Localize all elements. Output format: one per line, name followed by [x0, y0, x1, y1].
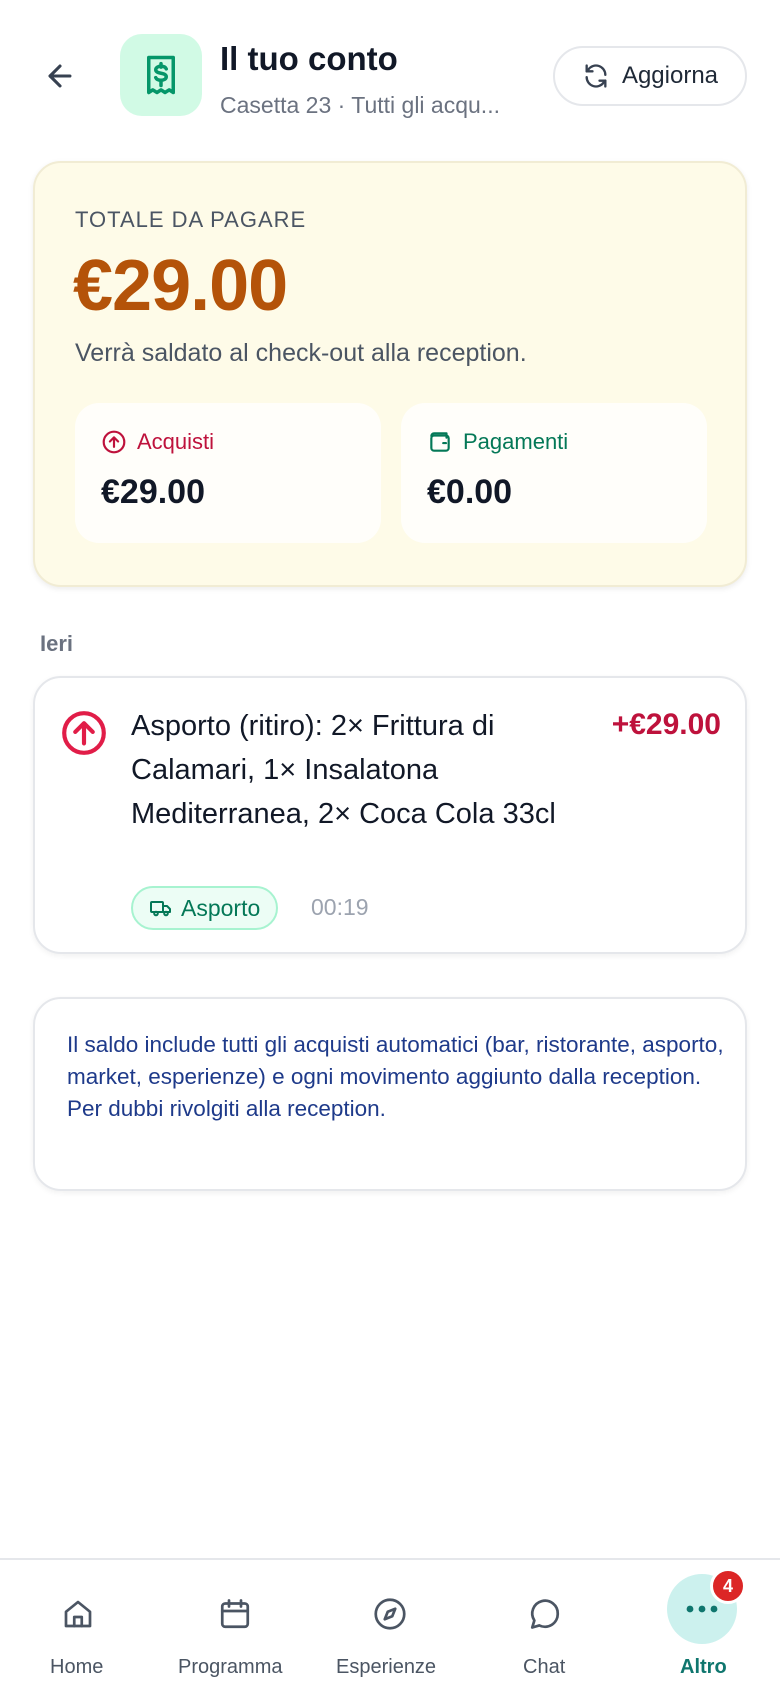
refresh-label: Aggiorna	[621, 62, 719, 89]
purchases-label: Acquisti	[137, 429, 215, 454]
payments-card: Pagamenti €0.00	[401, 403, 707, 543]
transaction-amount: +€29.00	[611, 708, 721, 741]
transaction-description: Asporto (ritiro): 2× Frittura di Calamar…	[131, 710, 556, 830]
nav-item-chat[interactable]: Chat	[500, 1560, 590, 1688]
transaction-time: 00:19	[311, 894, 369, 920]
nav-label-home: Home	[50, 1656, 104, 1678]
info-text: Il saldo include tutti gli acquisti auto…	[67, 1032, 724, 1121]
page-title: Il tuo conto	[220, 40, 398, 77]
payments-value: €0.00	[427, 473, 513, 511]
date-section-label: Ieri	[40, 631, 74, 656]
nav-label-programma: Programma	[178, 1656, 283, 1678]
payments-header: Pagamenti	[427, 429, 568, 455]
bottom-navigation: Home Programma Esperienze Chat 4 Altro	[0, 1558, 780, 1688]
nav-item-programma[interactable]: Programma	[170, 1560, 300, 1688]
info-card: Il saldo include tutti gli acquisti auto…	[33, 997, 747, 1191]
total-note: Verrà saldato al check-out alla receptio…	[75, 339, 527, 367]
notification-badge: 4	[710, 1568, 746, 1604]
nav-item-altro[interactable]: 4 Altro	[660, 1560, 746, 1688]
calendar-icon	[211, 1590, 259, 1638]
truck-icon	[150, 901, 171, 917]
arrow-up-circle-icon	[102, 430, 126, 454]
back-button[interactable]	[36, 52, 84, 100]
home-icon	[54, 1590, 102, 1638]
total-label: TOTALE DA PAGARE	[75, 207, 307, 232]
header: Il tuo conto Casetta 23 · Tutti gli acqu…	[0, 0, 780, 140]
compass-icon	[366, 1590, 414, 1638]
purchases-value: €29.00	[101, 473, 205, 511]
bill-icon-tile	[120, 34, 202, 116]
nav-label-esperienze: Esperienze	[336, 1656, 437, 1678]
transaction-item[interactable]: Asporto (ritiro): 2× Frittura di Calamar…	[33, 676, 747, 954]
category-badge-label: Asporto	[181, 894, 261, 921]
total-amount: €29.00	[73, 246, 288, 326]
category-badge: Asporto	[131, 886, 279, 930]
payments-label: Pagamenti	[463, 429, 569, 454]
nav-label-chat: Chat	[523, 1656, 566, 1678]
nav-item-esperienze[interactable]: Esperienze	[330, 1560, 450, 1688]
arrow-up-circle-icon	[62, 711, 106, 755]
nav-label-altro: Altro	[680, 1656, 727, 1678]
chat-bubble-icon	[521, 1590, 569, 1638]
refresh-icon	[585, 64, 607, 88]
balance-summary-card: TOTALE DA PAGARE €29.00 Verrà saldato al…	[33, 161, 747, 587]
purchases-card: Acquisti €29.00	[75, 403, 381, 543]
wallet-icon	[430, 432, 450, 452]
refresh-button[interactable]: Aggiorna	[553, 46, 747, 106]
nav-item-home[interactable]: Home	[28, 1560, 128, 1688]
page-subtitle: Casetta 23 · Tutti gli acqu...	[220, 92, 500, 118]
receipt-dollar-icon	[147, 55, 175, 95]
purchases-header: Acquisti	[101, 429, 214, 455]
arrow-left-icon	[48, 64, 72, 88]
